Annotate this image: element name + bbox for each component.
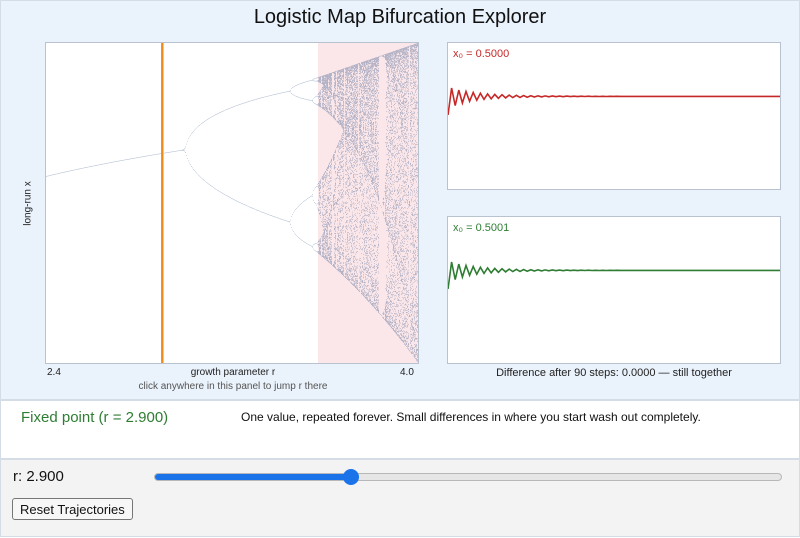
r-value-label: r: 2.900	[13, 468, 64, 485]
trajectory-panel-a: x₀ = 0.5000	[447, 42, 781, 190]
bifurcation-chart[interactable]	[46, 43, 418, 363]
y-axis-label: long-run x	[22, 181, 34, 226]
reset-trajectories-button[interactable]: Reset Trajectories	[12, 498, 133, 520]
bifurcation-panel[interactable]	[45, 42, 419, 364]
state-description: One value, repeated forever. Small diffe…	[241, 410, 701, 424]
controls-panel: r: 2.900 Reset Trajectories	[0, 459, 800, 537]
trajectory-chart-b	[448, 261, 780, 290]
x-max-label: 4.0	[400, 367, 414, 378]
difference-readout: Difference after 90 steps: 0.0000 — stil…	[496, 367, 732, 379]
chaos-band	[318, 43, 418, 363]
trajectory-chart-a	[448, 87, 780, 116]
r-slider-thumb[interactable]	[342, 469, 359, 485]
r-slider-fill	[155, 474, 351, 480]
trajectory-label-a: x₀ = 0.5000	[453, 48, 510, 60]
trajectory-label-b: x₀ = 0.5001	[453, 222, 510, 234]
click-hint: click anywhere in this panel to jump r t…	[138, 381, 328, 392]
trajectory-line-a	[448, 87, 780, 116]
status-panel: Fixed point (r = 2.900) One value, repea…	[0, 400, 800, 459]
trajectory-line-b	[448, 261, 780, 290]
page-title: Logistic Map Bifurcation Explorer	[253, 6, 547, 28]
x-axis-label: growth parameter r	[190, 367, 276, 378]
r-slider[interactable]	[154, 469, 782, 485]
trajectory-panel-b: x₀ = 0.5001	[447, 216, 781, 364]
state-name: Fixed point (r = 2.900)	[21, 409, 169, 426]
